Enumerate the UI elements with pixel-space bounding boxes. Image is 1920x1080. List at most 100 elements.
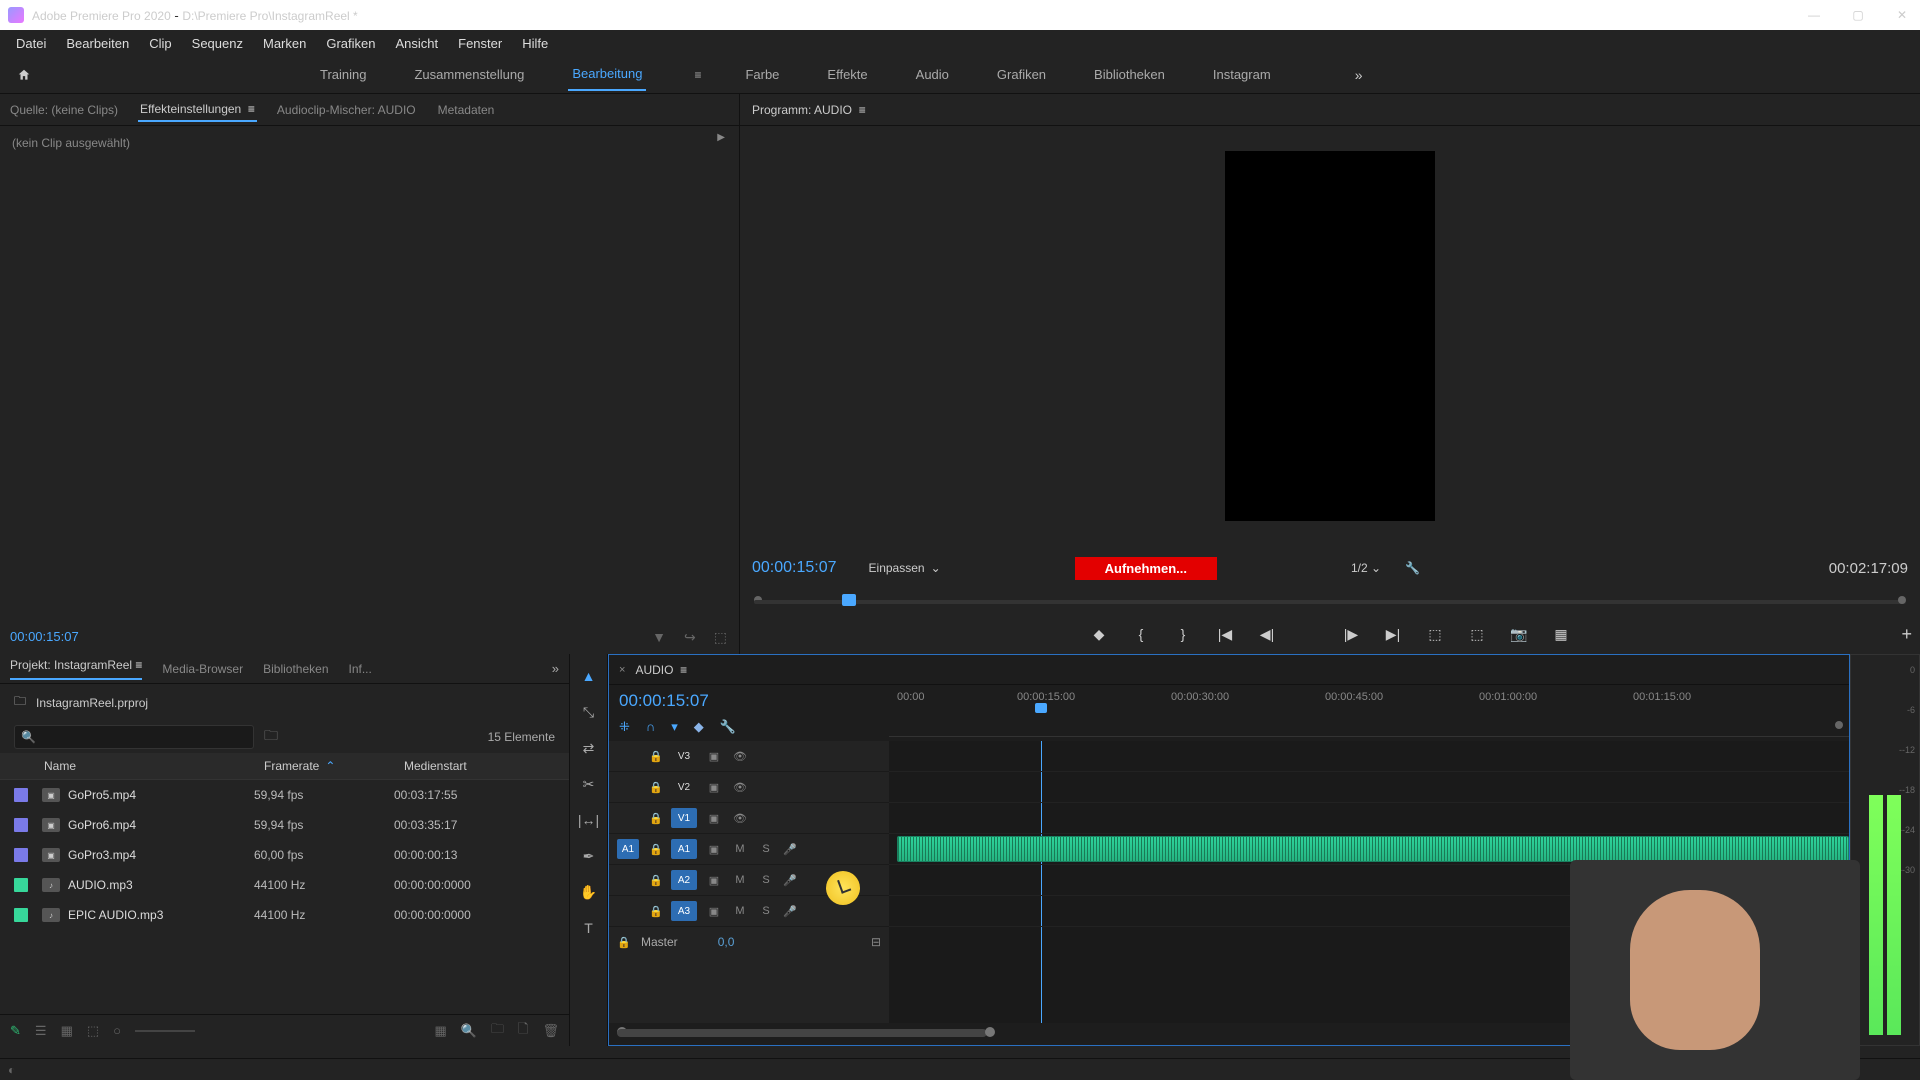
tab-project[interactable]: Projekt: InstagramReel ≡ [10, 658, 142, 680]
zoom-fit-select[interactable]: Einpassen ⌄ [869, 561, 941, 575]
comparison-button[interactable]: ▦ [1552, 626, 1570, 643]
tab-media-browser[interactable]: Media-Browser [162, 662, 243, 676]
workspace-menu-icon[interactable]: ≡ [694, 68, 701, 82]
list-view-button[interactable]: ☰ [35, 1023, 47, 1039]
menu-clip[interactable]: Clip [139, 32, 181, 55]
lock-icon[interactable]: 🔒 [649, 905, 663, 918]
output-icon[interactable]: ⊟ [871, 935, 881, 949]
workspace-overflow-button[interactable]: » [1355, 67, 1363, 83]
delete-button[interactable]: 🗑 [542, 1023, 559, 1039]
new-item-footer-button[interactable]: 🗋 [518, 1020, 528, 1042]
workspace-bearbeitung[interactable]: Bearbeitung [568, 58, 646, 91]
track-header-master[interactable]: 🔒Master0,0⊟ [609, 927, 889, 957]
timeline-timecode[interactable]: 00:00:15:07 [619, 691, 879, 711]
collapse-button[interactable]: ▶ [717, 132, 725, 143]
col-name[interactable]: Name [14, 759, 264, 773]
menu-grafiken[interactable]: Grafiken [316, 32, 385, 55]
close-sequence-button[interactable]: × [619, 664, 625, 676]
maximize-button[interactable]: ▢ [1848, 8, 1868, 22]
add-marker-button[interactable]: ◆ [694, 719, 704, 735]
timeline-ruler[interactable]: 00:00 00:00:15:00 00:00:30:00 00:00:45:0… [889, 685, 1849, 737]
scrub-end-handle[interactable] [1898, 596, 1906, 604]
pen-tool[interactable]: ✒ [577, 844, 601, 868]
lock-icon[interactable]: 🔒 [617, 936, 631, 949]
lock-icon[interactable]: 🔒 [649, 750, 663, 763]
menu-marken[interactable]: Marken [253, 32, 316, 55]
sync-lock-icon[interactable]: ▣ [705, 843, 723, 856]
playhead[interactable] [1035, 703, 1047, 713]
source-patch-a1[interactable]: A1 [617, 839, 639, 859]
program-scrubber[interactable] [754, 590, 1906, 614]
eye-icon[interactable]: 👁 [731, 812, 749, 825]
export-frame-button[interactable]: 📷 [1510, 626, 1528, 643]
lock-icon[interactable]: 🔒 [649, 781, 663, 794]
sync-lock-icon[interactable]: ▣ [705, 781, 723, 794]
zoom-in-handle[interactable] [985, 1027, 995, 1037]
list-item[interactable]: ♪AUDIO.mp344100 Hz00:00:00:0000 [0, 870, 569, 900]
timeline-scrollbar[interactable] [617, 1029, 987, 1037]
snap-button[interactable]: ⁜ [619, 719, 630, 735]
solo-button[interactable]: S [757, 874, 775, 886]
ripple-edit-tool[interactable]: ⇄ [577, 736, 601, 760]
linked-selection-button[interactable]: ∩ [646, 719, 655, 735]
track-header-v1[interactable]: 🔒V1▣👁 [609, 803, 889, 834]
extract-button[interactable]: ⬚ [1468, 626, 1486, 643]
sequence-name[interactable]: AUDIO ≡ [635, 663, 687, 677]
zoom-handle[interactable] [1835, 721, 1843, 729]
go-to-in-button[interactable]: |◀ [1216, 626, 1234, 643]
mark-out-icon[interactable]: } [1174, 626, 1192, 642]
menu-fenster[interactable]: Fenster [448, 32, 512, 55]
workspace-instagram[interactable]: Instagram [1209, 59, 1275, 90]
marker-button[interactable]: ▾ [671, 719, 678, 735]
overwrite-icon[interactable]: ⬚ [714, 629, 727, 646]
settings-icon[interactable]: 🔧 [1405, 561, 1420, 575]
sync-lock-icon[interactable]: ▣ [705, 812, 723, 825]
new-item-button[interactable]: ✎ [10, 1023, 21, 1039]
workspace-effekte[interactable]: Effekte [823, 59, 871, 90]
lock-icon[interactable]: 🔒 [649, 874, 663, 887]
col-medienstart[interactable]: Medienstart [404, 759, 544, 773]
hand-tool[interactable]: ✋ [577, 880, 601, 904]
lift-button[interactable]: ⬚ [1426, 626, 1444, 643]
close-button[interactable]: ✕ [1892, 8, 1912, 22]
tab-effect-controls[interactable]: Effekteinstellungen ≡ [138, 98, 257, 122]
new-bin-footer-button[interactable]: 🗀 [491, 1020, 504, 1042]
menu-ansicht[interactable]: Ansicht [385, 32, 448, 55]
search-button[interactable]: 🔍 [461, 1023, 477, 1039]
mute-button[interactable]: M [731, 905, 749, 917]
resolution-select[interactable]: 1/2 ⌄ [1351, 561, 1381, 575]
workspace-grafiken[interactable]: Grafiken [993, 59, 1050, 90]
menu-hilfe[interactable]: Hilfe [512, 32, 558, 55]
lock-icon[interactable]: 🔒 [649, 843, 663, 856]
sync-lock-icon[interactable]: ▣ [705, 905, 723, 918]
step-forward-button[interactable]: |▶ [1342, 626, 1360, 643]
tab-libraries[interactable]: Bibliotheken [263, 662, 328, 676]
mark-in-icon[interactable]: { [1132, 626, 1150, 642]
slip-tool[interactable]: |↔| [577, 808, 601, 832]
project-overflow-button[interactable]: » [552, 661, 559, 676]
lock-icon[interactable]: 🔒 [649, 812, 663, 825]
tab-source[interactable]: Quelle: (keine Clips) [8, 99, 120, 121]
sync-lock-icon[interactable]: ▣ [705, 750, 723, 763]
track-v3[interactable] [889, 741, 1849, 772]
mic-icon[interactable]: 🎤 [783, 874, 797, 887]
razor-tool[interactable]: ✂ [577, 772, 601, 796]
solo-button[interactable]: S [757, 905, 775, 917]
solo-button[interactable]: S [757, 843, 775, 855]
menu-bearbeiten[interactable]: Bearbeiten [56, 32, 139, 55]
program-monitor[interactable] [740, 126, 1920, 546]
eye-icon[interactable]: 👁 [731, 750, 749, 763]
master-value[interactable]: 0,0 [718, 935, 735, 949]
sync-lock-icon[interactable]: ▣ [705, 874, 723, 887]
scrub-playhead[interactable] [842, 594, 856, 606]
filter-icon[interactable]: ▼ [652, 629, 666, 646]
col-framerate[interactable]: Framerate ⌃ [264, 759, 404, 773]
audio-clip[interactable] [897, 836, 1849, 862]
source-timecode[interactable]: 00:00:15:07 [10, 629, 79, 644]
list-item[interactable]: ▣GoPro5.mp459,94 fps00:03:17:55 [0, 780, 569, 810]
find-button[interactable]: ▦ [435, 1023, 447, 1039]
eye-icon[interactable]: 👁 [731, 781, 749, 794]
workspace-audio[interactable]: Audio [912, 59, 953, 90]
home-button[interactable] [12, 63, 36, 87]
step-back-button[interactable]: ◀| [1258, 626, 1276, 643]
